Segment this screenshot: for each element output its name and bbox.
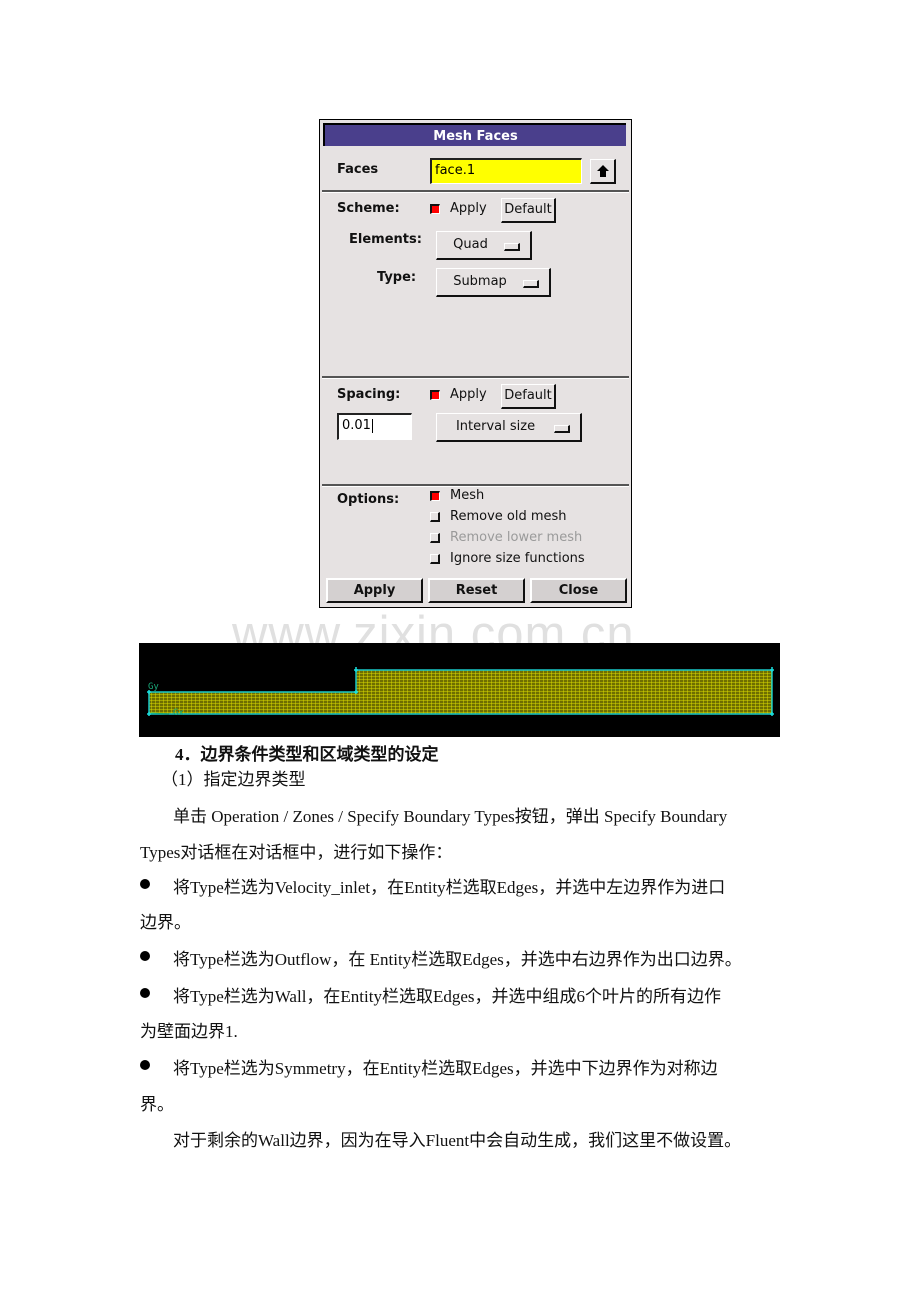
option-label: Remove lower mesh bbox=[450, 530, 583, 545]
mesh-view: Gy Gx bbox=[139, 643, 780, 737]
reset-button[interactable]: Reset bbox=[428, 578, 525, 603]
spacing-label: Spacing: bbox=[337, 387, 401, 402]
spacing-apply-label: Apply bbox=[450, 387, 487, 402]
bullet-line: 将Type栏选为Symmetry，在Entity栏选取Edges，并选中下边界作… bbox=[173, 1059, 718, 1078]
options-label: Options: bbox=[337, 492, 400, 507]
type-dropdown[interactable]: Submap bbox=[436, 268, 551, 297]
bullet-line: 将Type栏选为Outflow，在 Entity栏选取Edges，并选中右边界作… bbox=[173, 950, 742, 969]
scheme-label: Scheme: bbox=[337, 201, 400, 216]
mesh-canvas: Gy Gx bbox=[147, 667, 774, 718]
option-label: Ignore size functions bbox=[450, 551, 585, 566]
spacing-input[interactable]: 0.01 bbox=[337, 413, 412, 440]
faces-input[interactable]: face.1 bbox=[430, 158, 582, 184]
bullet-icon bbox=[140, 988, 150, 998]
up-arrow-icon bbox=[596, 165, 609, 177]
paragraph-line: 单击 Operation / Zones / Specify Boundary … bbox=[173, 807, 728, 826]
elements-dropdown[interactable]: Quad bbox=[436, 231, 532, 260]
faces-value: face.1 bbox=[435, 163, 476, 178]
bullet-line: 将Type栏选为Velocity_inlet，在Entity栏选取Edges，并… bbox=[173, 878, 726, 897]
elements-label: Elements: bbox=[349, 232, 422, 247]
axis-x-label: Gx bbox=[173, 708, 184, 718]
scheme-apply-label: Apply bbox=[450, 201, 487, 216]
spacing-default-button[interactable]: Default bbox=[501, 384, 556, 409]
checkbox-checked-icon bbox=[430, 390, 440, 400]
section-heading: 4．边界条件类型和区域类型的设定 bbox=[175, 745, 439, 764]
bullet-icon bbox=[140, 951, 150, 961]
checkbox-checked-icon bbox=[430, 491, 440, 501]
paragraph-line: Types对话框在对话框中，进行如下操作： bbox=[140, 843, 453, 862]
dialog-title: Mesh Faces bbox=[323, 123, 626, 146]
option-label: Mesh bbox=[450, 488, 485, 503]
apply-button[interactable]: Apply bbox=[326, 578, 423, 603]
separator bbox=[322, 376, 629, 379]
bullet-line: 边界。 bbox=[140, 913, 191, 932]
mesh-region bbox=[148, 669, 773, 715]
bullet-icon bbox=[140, 1060, 150, 1070]
option-menu-indicator-icon bbox=[554, 425, 570, 433]
checkbox-unchecked-icon bbox=[430, 554, 440, 564]
separator bbox=[322, 484, 629, 487]
mesh-faces-dialog: Mesh Faces Faces face.1 Scheme: Apply De… bbox=[319, 119, 632, 608]
type-value: Submap bbox=[453, 274, 507, 289]
bullet-line: 为壁面边界1. bbox=[140, 1022, 238, 1041]
close-button[interactable]: Close bbox=[530, 578, 627, 603]
spacing-mode-value: Interval size bbox=[455, 419, 536, 434]
type-label: Type: bbox=[377, 270, 417, 285]
option-label: Remove old mesh bbox=[450, 509, 567, 524]
paragraph-line: 对于剩余的Wall边界，因为在导入Fluent中会自动生成，我们这里不做设置。 bbox=[173, 1131, 742, 1150]
checkbox-checked-icon bbox=[430, 204, 440, 214]
subsection-heading: （1）指定边界类型 bbox=[161, 770, 306, 789]
bullet-line: 界。 bbox=[140, 1095, 174, 1114]
option-menu-indicator-icon bbox=[504, 243, 520, 251]
scheme-default-button[interactable]: Default bbox=[501, 198, 556, 223]
bullet-icon bbox=[140, 879, 150, 889]
bullet-line: 将Type栏选为Wall，在Entity栏选取Edges，并选中组成6个叶片的所… bbox=[173, 987, 722, 1006]
checkbox-unchecked-icon bbox=[430, 512, 440, 522]
spacing-value: 0.01 bbox=[342, 418, 371, 433]
elements-value: Quad bbox=[453, 237, 488, 252]
text-cursor-icon bbox=[371, 418, 373, 433]
checkbox-unchecked-icon bbox=[430, 533, 440, 543]
axis-y-label: Gy bbox=[148, 682, 159, 692]
separator bbox=[322, 190, 629, 193]
option-menu-indicator-icon bbox=[523, 280, 539, 288]
faces-label: Faces bbox=[337, 162, 379, 177]
pick-faces-button[interactable] bbox=[590, 159, 616, 184]
spacing-mode-dropdown[interactable]: Interval size bbox=[436, 413, 582, 442]
